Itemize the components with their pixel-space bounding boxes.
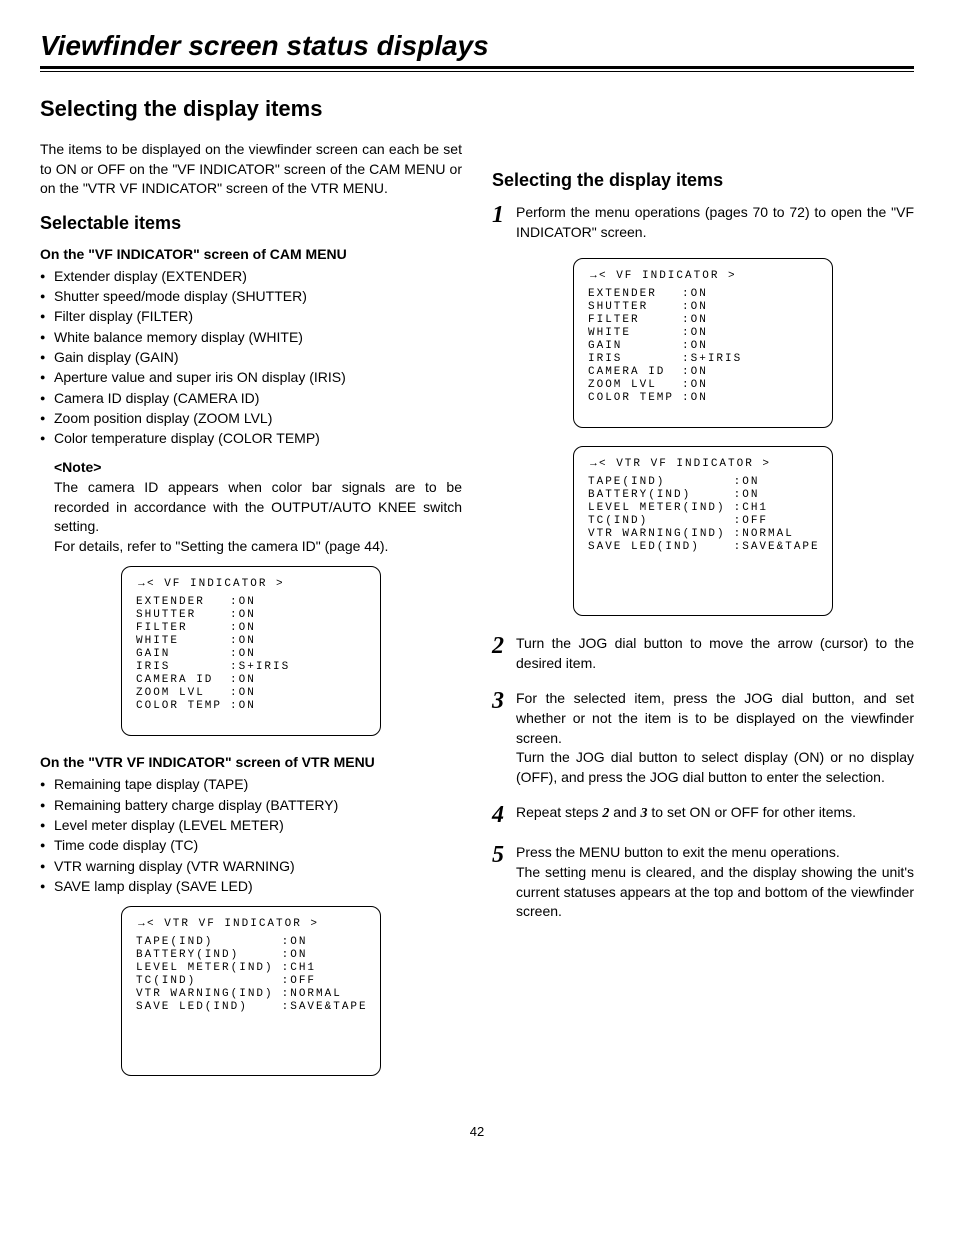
page-number: 42 xyxy=(40,1124,914,1139)
main-heading: Selecting the display items xyxy=(40,96,914,122)
step-5: 5 Press the MENU button to exit the menu… xyxy=(492,843,914,921)
table-row: FILTER:ON xyxy=(136,622,290,635)
menu-title: →< VTR VF INDICATOR > xyxy=(588,457,818,470)
step-3: 3 For the selected item, press the JOG d… xyxy=(492,689,914,787)
intro-paragraph: The items to be displayed on the viewfin… xyxy=(40,140,462,199)
step-body: Perform the menu operations (pages 70 to… xyxy=(516,203,914,242)
table-row: CAMERA ID:ON xyxy=(136,674,290,687)
vtr-bullet-list: Remaining tape display (TAPE) Remaining … xyxy=(40,774,462,896)
table-row: GAIN:ON xyxy=(136,648,290,661)
table-row: COLOR TEMP:ON xyxy=(136,700,290,713)
divider-thick xyxy=(40,66,914,69)
step-body: Turn the JOG dial button to move the arr… xyxy=(516,634,914,673)
list-item: Shutter speed/mode display (SHUTTER) xyxy=(40,286,462,306)
list-item: Zoom position display (ZOOM LVL) xyxy=(40,408,462,428)
note-title: <Note> xyxy=(54,458,462,478)
list-item: Remaining battery charge display (BATTER… xyxy=(40,795,462,815)
table-row: EXTENDER:ON xyxy=(136,596,290,609)
table-row: LEVEL METER(IND):CH1 xyxy=(136,962,368,975)
arrow-icon: → xyxy=(136,577,147,589)
menu-title: →< VTR VF INDICATOR > xyxy=(136,917,366,930)
vf-indicator-menu-box-right: →< VF INDICATOR > EXTENDER:ON SHUTTER:ON… xyxy=(573,258,833,428)
step-number: 5 xyxy=(492,843,510,921)
step-number: 2 xyxy=(492,634,510,673)
table-row: BATTERY(IND):ON xyxy=(588,489,820,502)
note-body: For details, refer to "Setting the camer… xyxy=(54,537,462,557)
cam-bullet-list: Extender display (EXTENDER) Shutter spee… xyxy=(40,266,462,449)
table-row: LEVEL METER(IND):CH1 xyxy=(588,502,820,515)
content-columns: The items to be displayed on the viewfin… xyxy=(40,140,914,1094)
table-row: GAIN:ON xyxy=(588,340,742,353)
list-item: VTR warning display (VTR WARNING) xyxy=(40,856,462,876)
step-number: 4 xyxy=(492,803,510,827)
table-row: WHITE:ON xyxy=(588,327,742,340)
table-row: TAPE(IND):ON xyxy=(136,936,368,949)
table-row: SHUTTER:ON xyxy=(136,609,290,622)
list-item: Camera ID display (CAMERA ID) xyxy=(40,388,462,408)
table-row: ZOOM LVL:ON xyxy=(588,379,742,392)
step-4: 4 Repeat steps 2 and 3 to set ON or OFF … xyxy=(492,803,914,827)
note-block: <Note> The camera ID appears when color … xyxy=(54,458,462,556)
list-item: Time code display (TC) xyxy=(40,835,462,855)
list-item: Color temperature display (COLOR TEMP) xyxy=(40,428,462,448)
table-row: TC(IND):OFF xyxy=(136,975,368,988)
arrow-icon: → xyxy=(588,269,599,281)
arrow-icon: → xyxy=(136,917,147,929)
table-row: VTR WARNING(IND):NORMAL xyxy=(136,988,368,1001)
step-number: 3 xyxy=(492,689,510,787)
vtr-vf-indicator-menu-box-right: →< VTR VF INDICATOR > TAPE(IND):ON BATTE… xyxy=(573,446,833,616)
list-item: Filter display (FILTER) xyxy=(40,306,462,326)
note-body: The camera ID appears when color bar sig… xyxy=(54,478,462,537)
list-item: White balance memory display (WHITE) xyxy=(40,327,462,347)
table-row: SAVE LED(IND):SAVE&TAPE xyxy=(588,541,820,554)
list-item: Remaining tape display (TAPE) xyxy=(40,774,462,794)
table-row: ZOOM LVL:ON xyxy=(136,687,290,700)
table-row: EXTENDER:ON xyxy=(588,288,742,301)
menu-title: →< VF INDICATOR > xyxy=(136,577,366,590)
table-row: BATTERY(IND):ON xyxy=(136,949,368,962)
right-column: Selecting the display items 1 Perform th… xyxy=(492,140,914,1094)
steps-list: 1 Perform the menu operations (pages 70 … xyxy=(492,203,914,922)
table-row: WHITE:ON xyxy=(136,635,290,648)
vtr-vf-indicator-menu-box: →< VTR VF INDICATOR > TAPE(IND):ON BATTE… xyxy=(121,906,381,1076)
table-row: SAVE LED(IND):SAVE&TAPE xyxy=(136,1001,368,1014)
menu-table: TAPE(IND):ON BATTERY(IND):ON LEVEL METER… xyxy=(136,936,368,1014)
vtr-menu-heading: On the "VTR VF INDICATOR" screen of VTR … xyxy=(40,754,462,770)
step-body: Repeat steps 2 and 3 to set ON or OFF fo… xyxy=(516,803,914,827)
left-column: The items to be displayed on the viewfin… xyxy=(40,140,462,1094)
table-row: COLOR TEMP:ON xyxy=(588,392,742,405)
menu-table: TAPE(IND):ON BATTERY(IND):ON LEVEL METER… xyxy=(588,476,820,554)
list-item: SAVE lamp display (SAVE LED) xyxy=(40,876,462,896)
step-number: 1 xyxy=(492,203,510,242)
table-row: SHUTTER:ON xyxy=(588,301,742,314)
step-1: 1 Perform the menu operations (pages 70 … xyxy=(492,203,914,242)
page-title: Viewfinder screen status displays xyxy=(40,30,914,62)
table-row: IRIS:S+IRIS xyxy=(588,353,742,366)
selectable-items-heading: Selectable items xyxy=(40,213,462,234)
vf-indicator-menu-box: →< VF INDICATOR > EXTENDER:ON SHUTTER:ON… xyxy=(121,566,381,736)
menu-title: →< VF INDICATOR > xyxy=(588,269,818,282)
step-2: 2 Turn the JOG dial button to move the a… xyxy=(492,634,914,673)
right-sub-heading: Selecting the display items xyxy=(492,170,914,191)
list-item: Level meter display (LEVEL METER) xyxy=(40,815,462,835)
list-item: Extender display (EXTENDER) xyxy=(40,266,462,286)
table-row: TC(IND):OFF xyxy=(588,515,820,528)
arrow-icon: → xyxy=(588,457,599,469)
step-body: For the selected item, press the JOG dia… xyxy=(516,689,914,787)
cam-menu-heading: On the "VF INDICATOR" screen of CAM MENU xyxy=(40,246,462,262)
list-item: Gain display (GAIN) xyxy=(40,347,462,367)
menu-table: EXTENDER:ON SHUTTER:ON FILTER:ON WHITE:O… xyxy=(588,288,742,405)
step-body: Press the MENU button to exit the menu o… xyxy=(516,843,914,921)
table-row: CAMERA ID:ON xyxy=(588,366,742,379)
table-row: IRIS:S+IRIS xyxy=(136,661,290,674)
table-row: VTR WARNING(IND):NORMAL xyxy=(588,528,820,541)
menu-table: EXTENDER:ON SHUTTER:ON FILTER:ON WHITE:O… xyxy=(136,596,290,713)
list-item: Aperture value and super iris ON display… xyxy=(40,367,462,387)
table-row: FILTER:ON xyxy=(588,314,742,327)
divider-thin xyxy=(40,71,914,72)
table-row: TAPE(IND):ON xyxy=(588,476,820,489)
